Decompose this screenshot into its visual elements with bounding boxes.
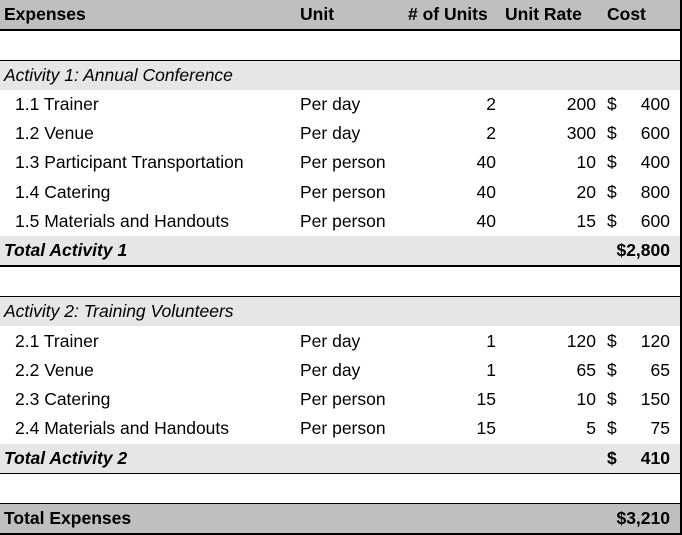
item-unit-rate: 10 — [576, 152, 596, 172]
header-cost[interactable]: Cost — [607, 0, 646, 29]
item-num-units: 40 — [476, 182, 496, 202]
item-num-units: 15 — [476, 418, 496, 438]
item-cost: 400 — [640, 152, 670, 172]
currency-symbol: $ — [607, 389, 617, 409]
activity-1-title: Activity 1: Annual Conference — [4, 65, 233, 85]
item-unit-rate: 300 — [566, 123, 596, 143]
item-unit-rate: 5 — [586, 418, 596, 438]
item-num-units: 2 — [486, 123, 496, 143]
item-unit: Per day — [300, 360, 361, 380]
item-cost: 120 — [640, 331, 670, 351]
table-row[interactable]: 1.1 Trainer Per day 2 200 $ 400 — [0, 90, 680, 119]
item-unit: Per person — [300, 182, 386, 202]
activity-2-title-row[interactable]: Activity 2: Training Volunteers — [0, 297, 680, 326]
header-row: Expenses Unit # of Units Unit Rate Cost — [0, 0, 680, 31]
currency-symbol: $ — [607, 211, 617, 231]
table-row[interactable]: 1.3 Participant Transportation Per perso… — [0, 148, 680, 177]
item-cost: 65 — [650, 360, 670, 380]
item-name: 2.3 Catering — [15, 389, 111, 409]
item-cost: 400 — [640, 94, 670, 114]
item-cost: 75 — [650, 418, 670, 438]
activity-2-total-row[interactable]: Total Activity 2 $ 410 — [0, 444, 680, 475]
activity-1-total-value: $2,800 — [616, 240, 670, 260]
item-num-units: 1 — [486, 331, 496, 351]
blank-row[interactable] — [0, 31, 680, 62]
grand-total-value: $3,210 — [616, 508, 670, 528]
item-unit: Per person — [300, 418, 386, 438]
activity-2-title: Activity 2: Training Volunteers — [4, 301, 234, 321]
activity-1-title-row[interactable]: Activity 1: Annual Conference — [0, 61, 680, 90]
activity-2-total-label: Total Activity 2 — [4, 448, 128, 468]
item-unit-rate: 15 — [576, 211, 596, 231]
item-name: 1.2 Venue — [15, 123, 94, 143]
item-num-units: 15 — [476, 389, 496, 409]
item-name: 1.5 Materials and Handouts — [15, 211, 230, 231]
item-num-units: 1 — [486, 360, 496, 380]
activity-2-total-value: 410 — [640, 448, 670, 468]
table-row[interactable]: 2.1 Trainer Per day 1 120 $ 120 — [0, 327, 680, 356]
expense-budget-table: Expenses Unit # of Units Unit Rate Cost … — [0, 0, 682, 535]
table-row[interactable]: 2.4 Materials and Handouts Per person 15… — [0, 414, 680, 443]
item-unit-rate: 10 — [576, 389, 596, 409]
header-num-units[interactable]: # of Units — [408, 0, 488, 29]
currency-symbol: $ — [607, 360, 617, 380]
item-unit: Per day — [300, 331, 361, 351]
item-unit: Per person — [300, 152, 386, 172]
grand-total-label: Total Expenses — [4, 508, 132, 528]
header-expenses[interactable]: Expenses — [4, 0, 86, 29]
currency-symbol: $ — [607, 448, 617, 468]
item-num-units: 40 — [476, 211, 496, 231]
currency-symbol: $ — [607, 123, 617, 143]
item-name: 2.4 Materials and Handouts — [15, 418, 230, 438]
item-unit-rate: 200 — [566, 94, 596, 114]
activity-1-total-label: Total Activity 1 — [4, 240, 128, 260]
item-unit: Per day — [300, 94, 361, 114]
currency-symbol: $ — [607, 152, 617, 172]
item-name: 1.1 Trainer — [15, 94, 99, 114]
item-unit-rate: 120 — [566, 331, 596, 351]
table-row[interactable]: 2.2 Venue Per day 1 65 $ 65 — [0, 356, 680, 385]
item-cost: 600 — [640, 123, 670, 143]
table-row[interactable]: 1.5 Materials and Handouts Per person 40… — [0, 207, 680, 236]
item-unit-rate: 65 — [576, 360, 596, 380]
header-unit[interactable]: Unit — [300, 0, 334, 29]
activity-1-total-row[interactable]: Total Activity 1 $2,800 — [0, 236, 680, 267]
blank-row[interactable] — [0, 474, 680, 505]
header-unit-rate[interactable]: Unit Rate — [505, 0, 582, 29]
currency-symbol: $ — [607, 331, 617, 351]
blank-row[interactable] — [0, 267, 680, 298]
currency-symbol: $ — [607, 418, 617, 438]
item-name: 2.1 Trainer — [15, 331, 99, 351]
table-row[interactable]: 1.4 Catering Per person 40 20 $ 800 — [0, 178, 680, 207]
item-unit: Per day — [300, 123, 361, 143]
table-row[interactable]: 2.3 Catering Per person 15 10 $ 150 — [0, 385, 680, 414]
item-num-units: 40 — [476, 152, 496, 172]
item-unit-rate: 20 — [576, 182, 596, 202]
grand-total-row[interactable]: Total Expenses $3,210 — [0, 504, 680, 533]
currency-symbol: $ — [607, 94, 617, 114]
item-cost: 800 — [640, 182, 670, 202]
table-row[interactable]: 1.2 Venue Per day 2 300 $ 600 — [0, 119, 680, 148]
item-name: 1.4 Catering — [15, 182, 111, 202]
item-name: 1.3 Participant Transportation — [15, 152, 244, 172]
item-cost: 600 — [640, 211, 670, 231]
item-unit: Per person — [300, 211, 386, 231]
item-name: 2.2 Venue — [15, 360, 94, 380]
item-cost: 150 — [640, 389, 670, 409]
item-unit: Per person — [300, 389, 386, 409]
item-num-units: 2 — [486, 94, 496, 114]
currency-symbol: $ — [607, 182, 617, 202]
